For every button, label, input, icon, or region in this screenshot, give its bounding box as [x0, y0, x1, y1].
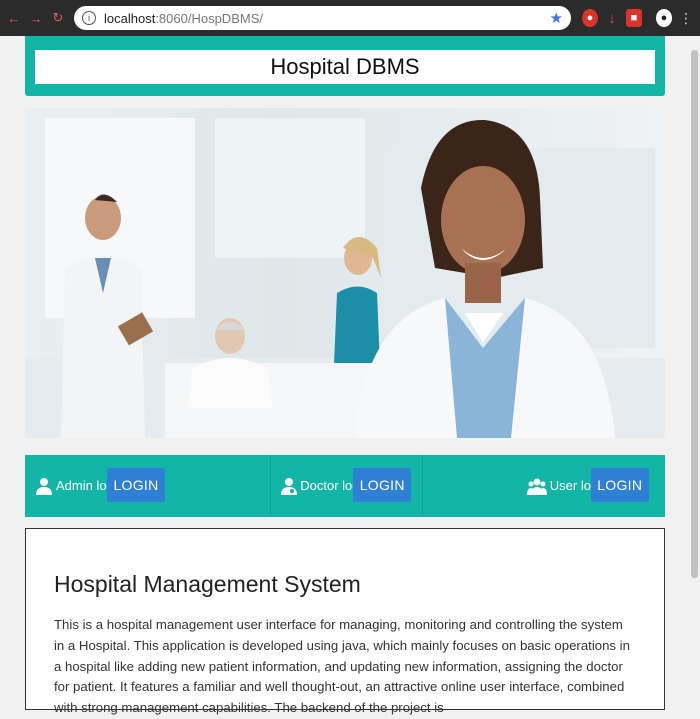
- about-text: This is a hospital management user inter…: [54, 617, 630, 716]
- url-text[interactable]: localhost:8060/HospDBMS/: [104, 11, 263, 26]
- extension-shield-icon[interactable]: ●: [582, 9, 598, 27]
- url-host: localhost: [104, 10, 156, 26]
- browser-toolbar: ← → ↻ i localhost:8060/HospDBMS/ ★ ● ↓ ■…: [0, 0, 700, 36]
- bookmark-star-icon[interactable]: ★: [550, 9, 563, 27]
- login-bar: Admin login LOGIN Doctor login LOGIN Use…: [25, 455, 665, 517]
- doctor-login-button[interactable]: LOGIN: [353, 468, 412, 502]
- doctor-icon: [281, 478, 298, 495]
- menu-dots-icon[interactable]: ⋮: [678, 9, 694, 27]
- users-group-icon: [526, 478, 547, 495]
- admin-login-section: Admin login LOGIN: [25, 455, 272, 517]
- forward-arrow-icon[interactable]: →: [28, 10, 44, 26]
- extension-profile-icon[interactable]: ●: [656, 9, 672, 27]
- url-path: :8060/HospDBMS/: [155, 10, 263, 26]
- page-scrollbar[interactable]: [688, 36, 700, 700]
- admin-login-button[interactable]: LOGIN: [107, 468, 165, 502]
- back-arrow-icon[interactable]: ←: [6, 10, 22, 26]
- hospital-staff-photo: [25, 118, 665, 438]
- site-header: Hospital DBMS: [25, 36, 665, 96]
- user-login-button[interactable]: LOGIN: [590, 468, 649, 502]
- user-login-section: User login LOGIN: [423, 455, 665, 517]
- user-icon: [36, 478, 52, 495]
- extension-pdf-icon[interactable]: ■: [626, 9, 642, 27]
- address-bar[interactable]: i localhost:8060/HospDBMS/ ★: [74, 6, 571, 30]
- download-arrow-icon[interactable]: ↓: [604, 9, 620, 27]
- info-icon[interactable]: i: [82, 11, 96, 25]
- hero-image: [25, 108, 665, 438]
- about-section: Hospital Management System This is a hos…: [25, 528, 665, 715]
- reload-icon[interactable]: ↻: [50, 10, 66, 26]
- scrollbar-thumb[interactable]: [691, 50, 698, 578]
- site-title-box: Hospital DBMS: [35, 50, 655, 84]
- about-heading: Hospital Management System: [54, 571, 361, 597]
- site-title: Hospital DBMS: [270, 54, 420, 79]
- doctor-login-section: Doctor login LOGIN: [271, 455, 423, 517]
